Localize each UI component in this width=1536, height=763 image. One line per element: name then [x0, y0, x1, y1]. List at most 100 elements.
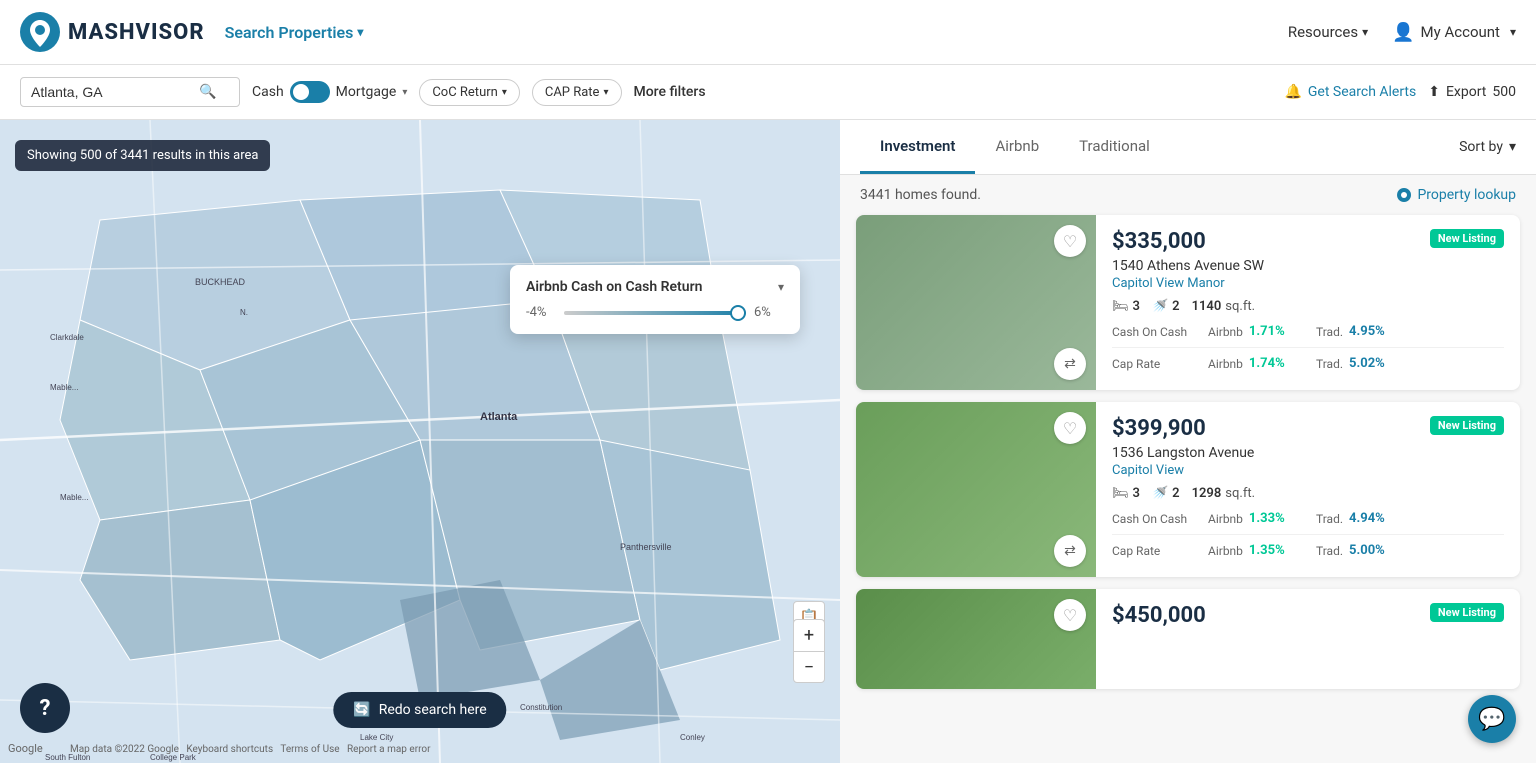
card-image-1: ♡ ⇄: [856, 215, 1096, 390]
search-icon: 🔍: [199, 84, 216, 100]
cap-slider-row: -4% 6%: [526, 305, 784, 320]
bed-icon: 🛏: [1112, 299, 1129, 314]
nav-search-properties[interactable]: Search Properties ▾: [225, 23, 364, 42]
location-input[interactable]: [31, 84, 191, 100]
logo-text: MASHVISOR: [68, 20, 205, 45]
cap-chevron-icon: ▾: [603, 87, 608, 98]
sort-by-button[interactable]: Sort by ▾: [1459, 139, 1516, 155]
svg-text:Mable...: Mable...: [60, 493, 88, 502]
map-footer: Map data ©2022 Google Keyboard shortcuts…: [70, 744, 430, 755]
favorite-button[interactable]: ♡: [1054, 225, 1086, 257]
coc-trad-metric-row: Trad. 4.95%: [1308, 324, 1504, 339]
header: MASHVISOR Search Properties ▾ Resources …: [0, 0, 1536, 65]
svg-text:Conley: Conley: [680, 733, 705, 742]
location-search[interactable]: 🔍: [20, 77, 240, 107]
redo-search-button[interactable]: 🔄 Redo search here: [333, 692, 506, 728]
card-specs: 🛏 3 🚿 2 1298 sq.ft.: [1112, 486, 1504, 501]
export-button[interactable]: ⬆ Export 500: [1428, 84, 1516, 100]
card-price: $450,000: [1112, 603, 1206, 628]
help-button[interactable]: ?: [20, 683, 70, 733]
google-label: Google: [8, 742, 43, 755]
bell-icon: 🔔: [1284, 84, 1301, 100]
bath-icon: 🚿: [1152, 486, 1168, 501]
cap-rate-slider[interactable]: [564, 311, 746, 315]
cap-popup-title: Airbnb Cash on Cash Return: [526, 279, 702, 295]
share-button[interactable]: ⇄: [1054, 535, 1086, 567]
cap-popup-chevron-icon[interactable]: ▾: [778, 280, 784, 294]
sort-chevron-icon: ▾: [1509, 139, 1516, 155]
card-price: $335,000: [1112, 229, 1206, 254]
chat-icon: 💬: [1478, 707, 1505, 732]
card-metrics: Cash On Cash Airbnb 1.71% Trad. 4.95% Ca…: [1112, 324, 1504, 371]
sqft-spec: 1140 sq.ft.: [1192, 299, 1255, 314]
cap-rate-filter[interactable]: CAP Rate ▾: [532, 79, 622, 106]
tab-airbnb[interactable]: Airbnb: [975, 121, 1059, 174]
coc-metric-row: Cash On Cash Airbnb 1.33%: [1112, 511, 1308, 526]
svg-text:Atlanta: Atlanta: [480, 411, 518, 423]
cash-toggle[interactable]: Cash Mortgage ▾: [252, 81, 407, 103]
map-canvas: BUCKHEAD Atlanta Mable... South Fulton C…: [0, 120, 840, 763]
cap-min-label: -4%: [526, 305, 556, 320]
map-zoom-controls: + −: [793, 619, 825, 683]
listing-card[interactable]: ♡ ⇄ $399,900 New Listing 1536 Langston A…: [856, 402, 1520, 577]
logo-icon: [20, 12, 60, 52]
mortgage-chevron-icon: ▾: [402, 87, 407, 98]
listing-card[interactable]: ♡ ⇄ $335,000 New Listing 1540 Athens Ave…: [856, 215, 1520, 390]
cap-max-label: 6%: [754, 305, 784, 320]
new-listing-badge: New Listing: [1430, 603, 1504, 622]
nav-resources[interactable]: Resources ▾: [1288, 23, 1368, 41]
coc-return-filter[interactable]: CoC Return ▾: [419, 79, 520, 106]
get-search-alerts-button[interactable]: 🔔 Get Search Alerts: [1284, 84, 1416, 100]
cap-trad-metric-row: Trad. 5.02%: [1308, 356, 1504, 371]
listing-card[interactable]: ♡ $450,000 New Listing: [856, 589, 1520, 689]
more-filters-button[interactable]: More filters: [634, 84, 706, 100]
resources-chevron-icon: ▾: [1362, 25, 1368, 39]
cap-metric-row: Cap Rate Airbnb 1.74%: [1112, 356, 1308, 371]
coc-metric-row: Cash On Cash Airbnb 1.71%: [1112, 324, 1308, 339]
card-neighborhood[interactable]: Capitol View: [1112, 463, 1504, 478]
svg-text:N.: N.: [240, 308, 248, 317]
search-chevron-icon: ▾: [357, 25, 363, 39]
property-lookup-button[interactable]: Property lookup: [1397, 187, 1516, 203]
card-image-2: ♡ ⇄: [856, 402, 1096, 577]
svg-text:Panthersville: Panthersville: [620, 542, 672, 552]
bath-icon: 🚿: [1152, 299, 1168, 314]
card-neighborhood[interactable]: Capitol View Manor: [1112, 276, 1504, 291]
favorite-button[interactable]: ♡: [1054, 599, 1086, 631]
card-image-3: ♡: [856, 589, 1096, 689]
map-area: BUCKHEAD Atlanta Mable... South Fulton C…: [0, 120, 840, 763]
svg-text:Mable...: Mable...: [50, 383, 78, 392]
share-button[interactable]: ⇄: [1054, 348, 1086, 380]
account-icon: 👤: [1392, 22, 1414, 43]
card-content-3: $450,000 New Listing: [1096, 589, 1520, 689]
nav-my-account[interactable]: 👤 My Account ▾: [1392, 22, 1516, 43]
main-layout: BUCKHEAD Atlanta Mable... South Fulton C…: [0, 120, 1536, 763]
cap-trad-metric-row: Trad. 5.00%: [1308, 543, 1504, 558]
listings-tabs: Investment Airbnb Traditional Sort by ▾: [840, 120, 1536, 175]
homes-found-label: 3441 homes found.: [860, 187, 981, 203]
svg-text:BUCKHEAD: BUCKHEAD: [195, 277, 246, 287]
favorite-button[interactable]: ♡: [1054, 412, 1086, 444]
header-right: Resources ▾ 👤 My Account ▾: [1288, 22, 1516, 43]
cap-metric-row: Cap Rate Airbnb 1.35%: [1112, 543, 1308, 558]
cap-rate-popup: Airbnb Cash on Cash Return ▾ -4% 6%: [510, 265, 800, 334]
zoom-out-button[interactable]: −: [793, 651, 825, 683]
tab-traditional[interactable]: Traditional: [1059, 121, 1170, 174]
coc-trad-metric-row: Trad. 4.94%: [1308, 511, 1504, 526]
bed-icon: 🛏: [1112, 486, 1129, 501]
tab-investment[interactable]: Investment: [860, 121, 975, 174]
card-address: 1536 Langston Avenue: [1112, 445, 1504, 461]
listings-header: 3441 homes found. Property lookup: [840, 175, 1536, 215]
card-specs: 🛏 3 🚿 2 1140 sq.ft.: [1112, 299, 1504, 314]
toggle-switch[interactable]: [290, 81, 330, 103]
new-listing-badge: New Listing: [1430, 416, 1504, 435]
zoom-in-button[interactable]: +: [793, 619, 825, 651]
baths-spec: 🚿 2: [1152, 486, 1180, 501]
svg-text:Clarkdale: Clarkdale: [50, 333, 84, 342]
baths-spec: 🚿 2: [1152, 299, 1180, 314]
new-listing-badge: New Listing: [1430, 229, 1504, 248]
chat-widget-button[interactable]: 💬: [1468, 695, 1516, 743]
redo-icon: 🔄: [353, 702, 370, 718]
export-icon: ⬆: [1428, 84, 1440, 100]
lookup-radio-icon: [1397, 188, 1411, 202]
